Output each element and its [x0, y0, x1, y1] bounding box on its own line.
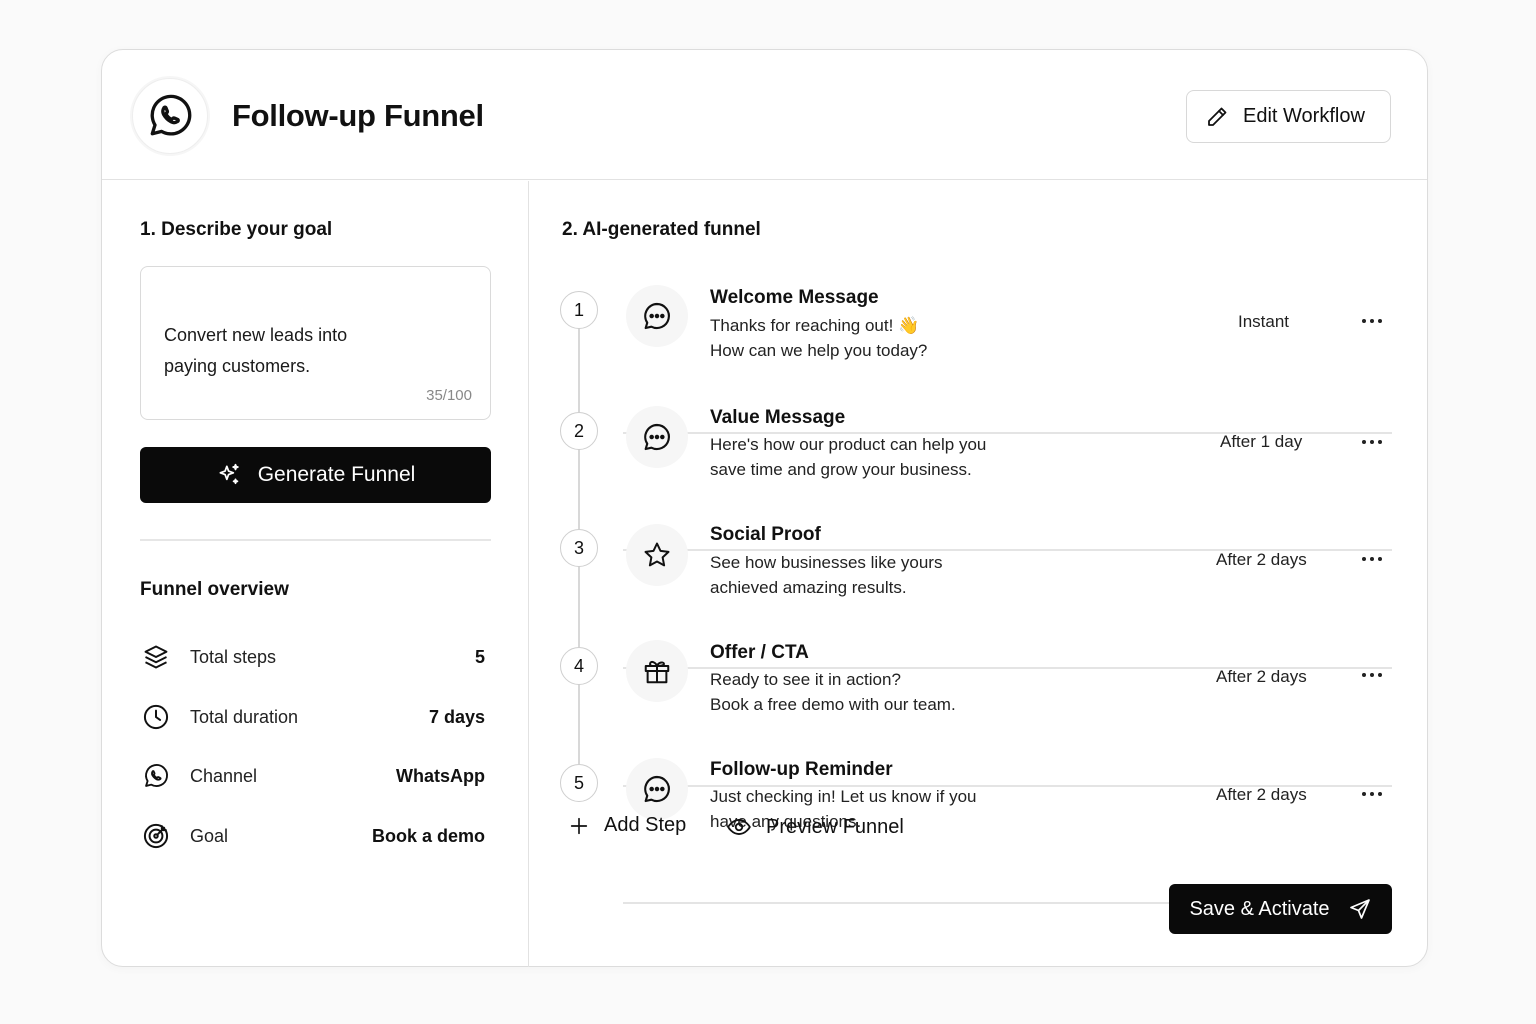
- overview-value: Book a demo: [371, 825, 485, 846]
- divider: [140, 539, 491, 541]
- goal-textarea[interactable]: Convert new leads into paying customers.…: [140, 266, 491, 420]
- overview-value: 5: [474, 646, 485, 667]
- layers-icon: [140, 641, 172, 673]
- more-options-icon[interactable]: [1354, 430, 1390, 454]
- overview-row-channel: Channel WhatsApp: [140, 759, 485, 793]
- plus-icon: [570, 817, 588, 834]
- goal-panel: 1. Describe your goal Convert new leads …: [102, 181, 529, 967]
- overview-value: 7 days: [428, 706, 485, 727]
- star-icon: [626, 524, 688, 586]
- save-activate-label: Save & Activate: [1189, 897, 1330, 920]
- funnel-section-label: 2. AI-generated funnel: [562, 219, 761, 240]
- whatsapp-icon: [150, 94, 192, 136]
- more-options-icon[interactable]: [1354, 309, 1390, 333]
- more-options-icon[interactable]: [1354, 663, 1390, 687]
- step-line: Just checking in! Let us know if you: [710, 787, 977, 806]
- step-body: Here's how our product can help you save…: [710, 432, 1040, 482]
- step-body: Ready to see it in action? Book a free d…: [710, 667, 1040, 717]
- step-body: Thanks for reaching out! 👋 How can we he…: [710, 313, 1040, 363]
- step-body: See how businesses like yours achieved a…: [710, 550, 1040, 600]
- step-delay: After 1 day: [1220, 432, 1303, 451]
- page-title: Follow-up Funnel: [232, 98, 484, 133]
- step-number: 5: [560, 764, 598, 802]
- step-delay: After 2 days: [1216, 785, 1307, 804]
- overview-label: Total steps: [190, 646, 277, 667]
- step-line: Book a free demo with our team.: [710, 695, 956, 714]
- generate-funnel-label: Generate Funnel: [257, 463, 416, 486]
- add-step-button[interactable]: Add Step: [568, 814, 686, 837]
- sparkles-icon: [219, 463, 239, 485]
- step-title: Social Proof: [710, 524, 821, 545]
- clock-icon: [140, 701, 172, 733]
- step-title: Follow-up Reminder: [710, 759, 893, 780]
- step-line: Here's how our product can help you: [710, 435, 987, 454]
- target-icon: [140, 820, 172, 852]
- gift-icon: [626, 640, 688, 702]
- step-line: achieved amazing results.: [710, 578, 907, 597]
- header: Follow-up Funnel Edit Workflow: [102, 50, 1427, 180]
- generate-funnel-button[interactable]: Generate Funnel: [140, 447, 491, 503]
- funnel-step[interactable]: 1 Welcome Message Thanks for reaching ou…: [560, 281, 1392, 399]
- overview-row-total-steps: Total steps 5: [140, 640, 485, 674]
- overview-label: Channel: [190, 765, 258, 786]
- overview-label: Total duration: [190, 706, 299, 727]
- add-step-label: Add Step: [604, 814, 687, 836]
- message-icon: [626, 758, 688, 820]
- message-icon: [626, 406, 688, 468]
- funnel-card: Follow-up Funnel Edit Workflow 1. Descri…: [101, 49, 1428, 967]
- edit-workflow-label: Edit Workflow: [1243, 105, 1365, 127]
- step-delay: After 2 days: [1216, 550, 1307, 569]
- more-options-icon[interactable]: [1354, 547, 1390, 571]
- funnel-step[interactable]: 3 Social Proof See how businesses like y…: [560, 519, 1392, 637]
- step-number: 3: [560, 529, 598, 567]
- whatsapp-logo: [132, 78, 208, 154]
- whatsapp-icon: [140, 760, 172, 792]
- message-icon: [626, 285, 688, 347]
- eye-icon: [727, 819, 751, 835]
- funnel-panel: 2. AI-generated funnel 1 Welcome Message…: [530, 181, 1428, 967]
- save-activate-button[interactable]: Save & Activate: [1169, 884, 1392, 934]
- step-title: Welcome Message: [710, 287, 879, 308]
- step-delay: Instant: [1238, 312, 1290, 331]
- overview-row-total-duration: Total duration 7 days: [140, 700, 485, 734]
- step-line: save time and grow your business.: [710, 460, 972, 479]
- step-title: Offer / CTA: [710, 642, 809, 663]
- overview-row-goal: Goal Book a demo: [140, 819, 485, 853]
- preview-funnel-button[interactable]: Preview Funnel: [726, 814, 904, 840]
- pencil-icon: [1208, 107, 1227, 126]
- send-icon: [1349, 899, 1370, 919]
- step-line: Thanks for reaching out! 👋: [710, 316, 920, 335]
- goal-section-label: 1. Describe your goal: [140, 219, 333, 240]
- funnel-step[interactable]: 2 Value Message Here's how our product c…: [560, 402, 1392, 520]
- char-count: 35/100: [426, 387, 472, 404]
- overview-value: WhatsApp: [396, 765, 485, 786]
- step-number: 1: [560, 291, 598, 329]
- funnel-step[interactable]: 5 Follow-up Reminder Just checking in! L…: [560, 754, 1392, 872]
- edit-workflow-button[interactable]: Edit Workflow: [1186, 90, 1391, 143]
- step-line: See how businesses like yours: [710, 553, 943, 572]
- step-line: Ready to see it in action?: [710, 670, 901, 689]
- goal-text: Convert new leads into paying customers.: [164, 325, 348, 376]
- step-title: Value Message: [710, 407, 846, 428]
- overview-title: Funnel overview: [140, 579, 289, 600]
- step-line: How can we help you today?: [710, 341, 928, 360]
- step-number: 2: [560, 412, 598, 450]
- step-number: 4: [560, 647, 598, 685]
- preview-funnel-label: Preview Funnel: [766, 815, 904, 838]
- more-options-icon[interactable]: [1354, 782, 1390, 806]
- funnel-step[interactable]: 4 Offer / CTA Ready to see it in action?…: [560, 637, 1392, 755]
- step-delay: After 2 days: [1216, 667, 1307, 686]
- overview-label: Goal: [190, 825, 229, 846]
